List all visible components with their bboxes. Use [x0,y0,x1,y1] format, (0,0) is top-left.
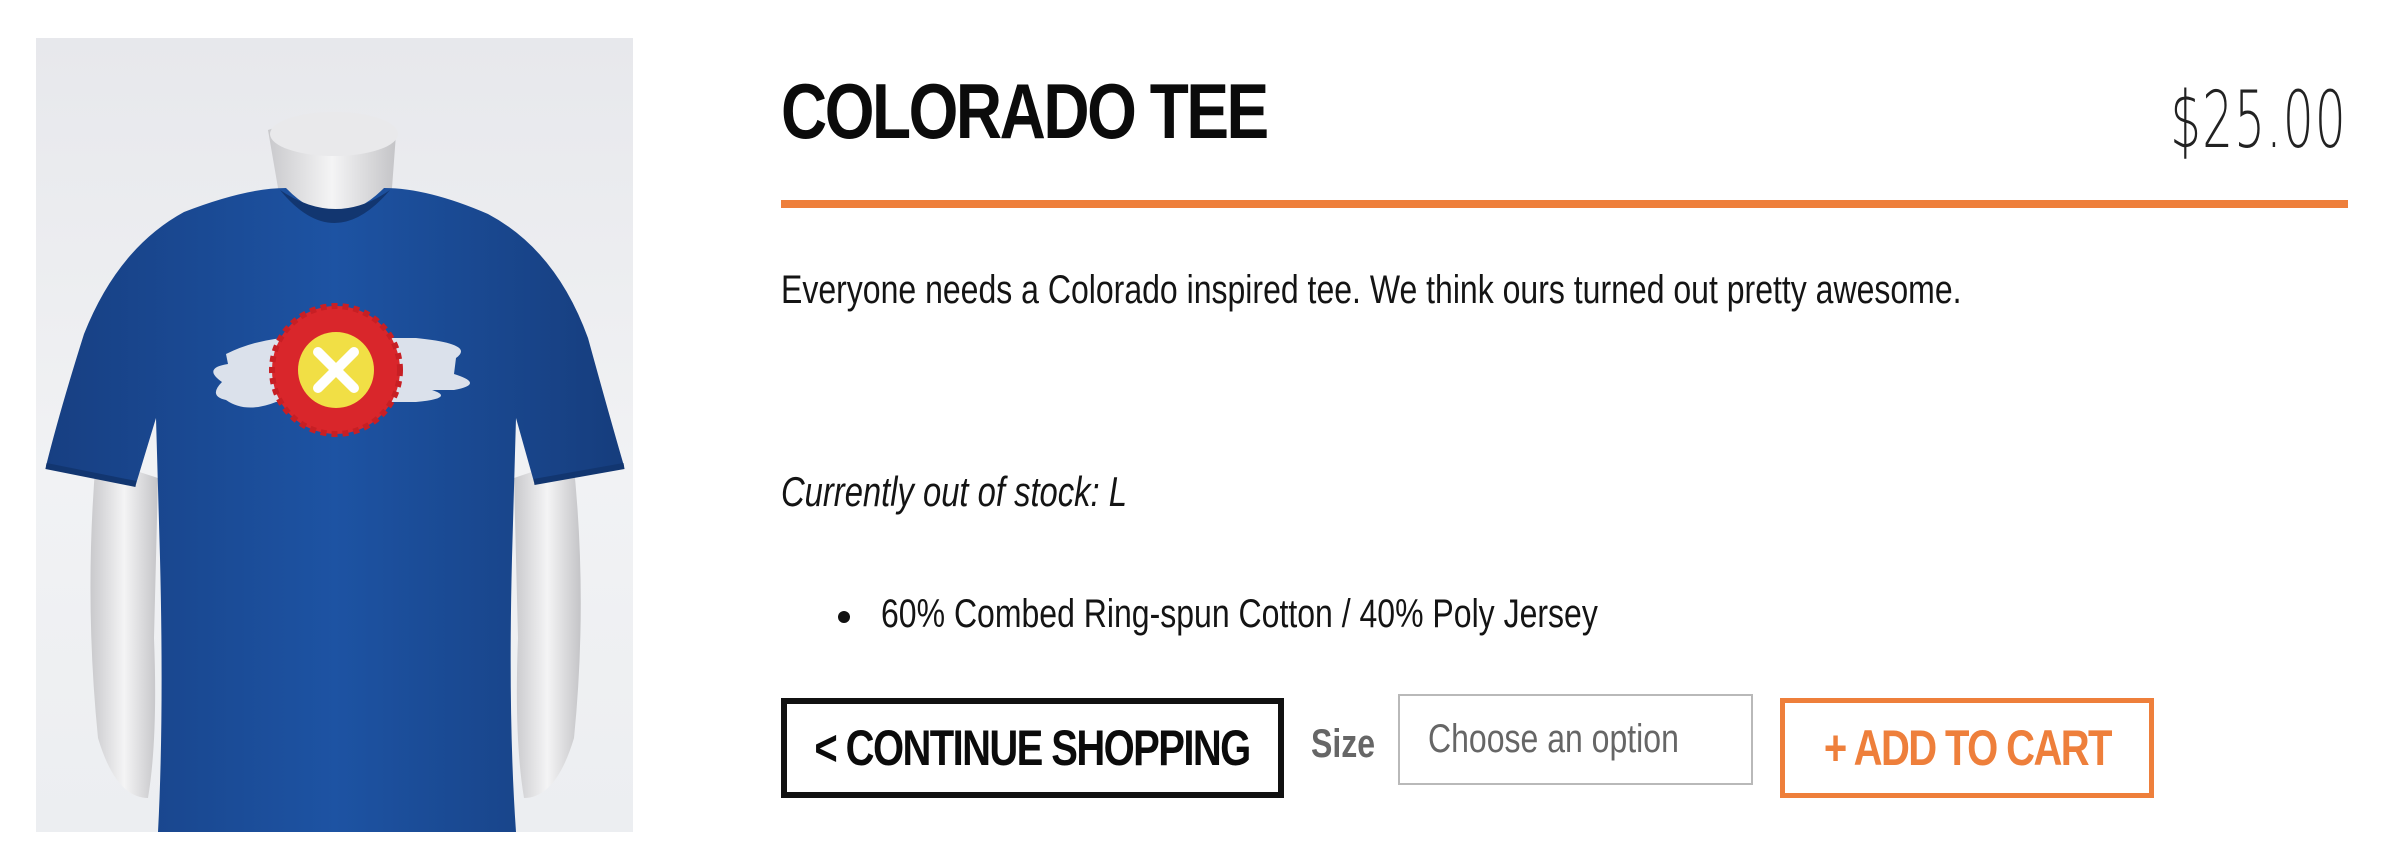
logo-badge [269,303,403,437]
feature-text: 60% Combed Ring-spun Cotton / 40% Poly J… [881,592,1598,636]
size-select-value: Choose an option [1428,717,1679,761]
product-price: $25.00 [2170,76,2347,166]
product-image[interactable] [36,38,633,832]
tshirt-mannequin-illustration [45,112,625,832]
size-select[interactable]: Choose an option [1398,694,1753,785]
stock-note: Currently out of stock: L [781,468,1127,515]
title-divider [781,200,2348,208]
size-label: Size [1311,722,1376,766]
product-description: Everyone needs a Colorado inspired tee. … [781,268,1962,312]
add-to-cart-label: + ADD TO CART [1823,720,2113,776]
product-title: COLORADO TEE [781,67,1269,155]
continue-shopping-label: < CONTINUE SHOPPING [814,720,1252,776]
feature-item: 60% Combed Ring-spun Cotton / 40% Poly J… [781,590,1777,638]
continue-shopping-button[interactable]: < CONTINUE SHOPPING [781,698,1284,798]
bullet-icon [838,611,850,623]
feature-list: 60% Combed Ring-spun Cotton / 40% Poly J… [781,590,1777,638]
add-to-cart-button[interactable]: + ADD TO CART [1780,698,2154,798]
